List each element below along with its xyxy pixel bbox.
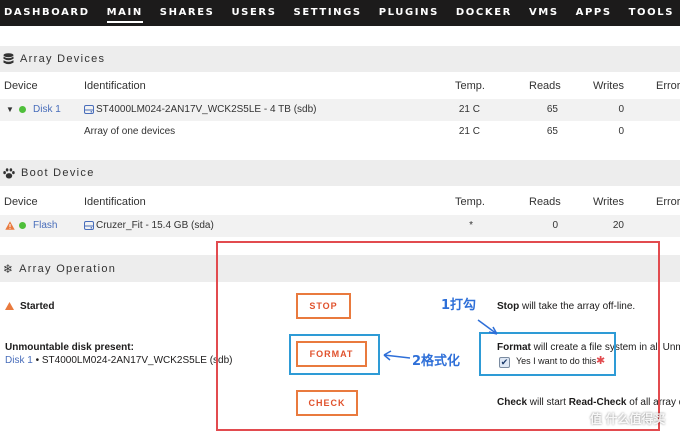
- array-operation-title: Array Operation: [19, 262, 117, 275]
- table-row: Array of one devices 21 C 65 0: [0, 121, 680, 143]
- temp-value: 21 C: [458, 104, 480, 115]
- boot-device-title: Boot Device: [21, 167, 95, 179]
- writes-value: 20: [612, 220, 624, 231]
- expand-caret-icon[interactable]: ▼: [6, 99, 14, 121]
- col-writes: Writes: [593, 196, 624, 208]
- nav-users[interactable]: USERS: [231, 0, 276, 26]
- unmountable-disk: Disk 1 • ST4000LM024-2AN17V_WCK2S5LE (sd…: [5, 355, 233, 366]
- device-link[interactable]: Flash: [33, 215, 57, 237]
- nav-main[interactable]: MAIN: [106, 0, 143, 26]
- annotation-format-hint: 2格式化: [412, 354, 461, 369]
- reads-value: 65: [546, 126, 558, 137]
- nav-plugins[interactable]: PLUGINS: [379, 0, 439, 26]
- snowflake-icon: ❄: [3, 261, 14, 276]
- col-writes: Writes: [593, 80, 624, 92]
- writes-value: 0: [618, 126, 624, 137]
- unmountable-disk-link[interactable]: Disk 1: [5, 355, 33, 366]
- array-devices-columns: Device Identification Temp. Reads Writes…: [0, 75, 680, 97]
- col-device: Device: [4, 80, 38, 92]
- nav-shares[interactable]: SHARES: [160, 0, 215, 26]
- identification-value: ST4000LM024-2AN17V_WCK2S5LE - 4 TB (sdb): [96, 104, 317, 115]
- reads-value: 0: [552, 220, 558, 231]
- boot-device-columns: Device Identification Temp. Reads Writes…: [0, 191, 680, 213]
- col-device: Device: [4, 196, 38, 208]
- reads-value: 65: [546, 104, 558, 115]
- temp-value: *: [469, 220, 473, 231]
- unraid-main-page: DASHBOARD MAIN SHARES USERS SETTINGS PLU…: [0, 0, 680, 434]
- usb-drive-icon: [84, 215, 94, 237]
- device-link[interactable]: Disk 1: [33, 99, 61, 121]
- boot-device-header: Boot Device: [0, 160, 680, 186]
- nav-docker[interactable]: DOCKER: [456, 0, 512, 26]
- unmountable-heading: Unmountable disk present:: [5, 342, 134, 353]
- col-temp: Temp.: [455, 196, 485, 208]
- identification-value: Cruzer_Fit - 15.4 GB (sda): [96, 220, 214, 231]
- identification-value: Array of one devices: [84, 126, 176, 137]
- array-devices-title: Array Devices: [20, 53, 106, 65]
- annotation-format-frame: [289, 334, 380, 375]
- watermark: 值 什么值得买: [590, 412, 666, 426]
- nav-dashboard[interactable]: DASHBOARD: [4, 0, 90, 26]
- nav-apps[interactable]: APPS: [576, 0, 612, 26]
- nav-settings[interactable]: SETTINGS: [294, 0, 362, 26]
- database-icon: [3, 53, 14, 65]
- col-temp: Temp.: [455, 80, 485, 92]
- temp-value: 21 C: [458, 126, 480, 137]
- nav-vms[interactable]: VMS: [529, 0, 559, 26]
- col-reads: Reads: [529, 196, 561, 208]
- flash-status-icon: [19, 215, 30, 237]
- array-devices-header: Array Devices: [0, 46, 680, 72]
- disk-status-icon: [19, 99, 30, 121]
- paw-icon: [3, 167, 15, 178]
- col-reads: Reads: [529, 80, 561, 92]
- nav-tools[interactable]: TOOLS: [629, 0, 674, 26]
- col-errors: Errors: [656, 196, 680, 208]
- table-row: Flash Cruzer_Fit - 15.4 GB (sda) * 0 20: [0, 215, 680, 237]
- hdd-icon: [84, 99, 94, 121]
- col-identification: Identification: [84, 80, 146, 92]
- table-row: ▼ Disk 1 ST4000LM024-2AN17V_WCK2S5LE - 4…: [0, 99, 680, 121]
- top-nav: DASHBOARD MAIN SHARES USERS SETTINGS PLU…: [0, 0, 680, 26]
- annotation-check-hint: 1打勾: [441, 298, 477, 313]
- warning-icon: [5, 215, 15, 237]
- writes-value: 0: [618, 104, 624, 115]
- array-status: Started: [20, 301, 55, 312]
- col-identification: Identification: [84, 196, 146, 208]
- col-errors: Errors: [656, 80, 680, 92]
- started-warning-icon: [5, 302, 14, 313]
